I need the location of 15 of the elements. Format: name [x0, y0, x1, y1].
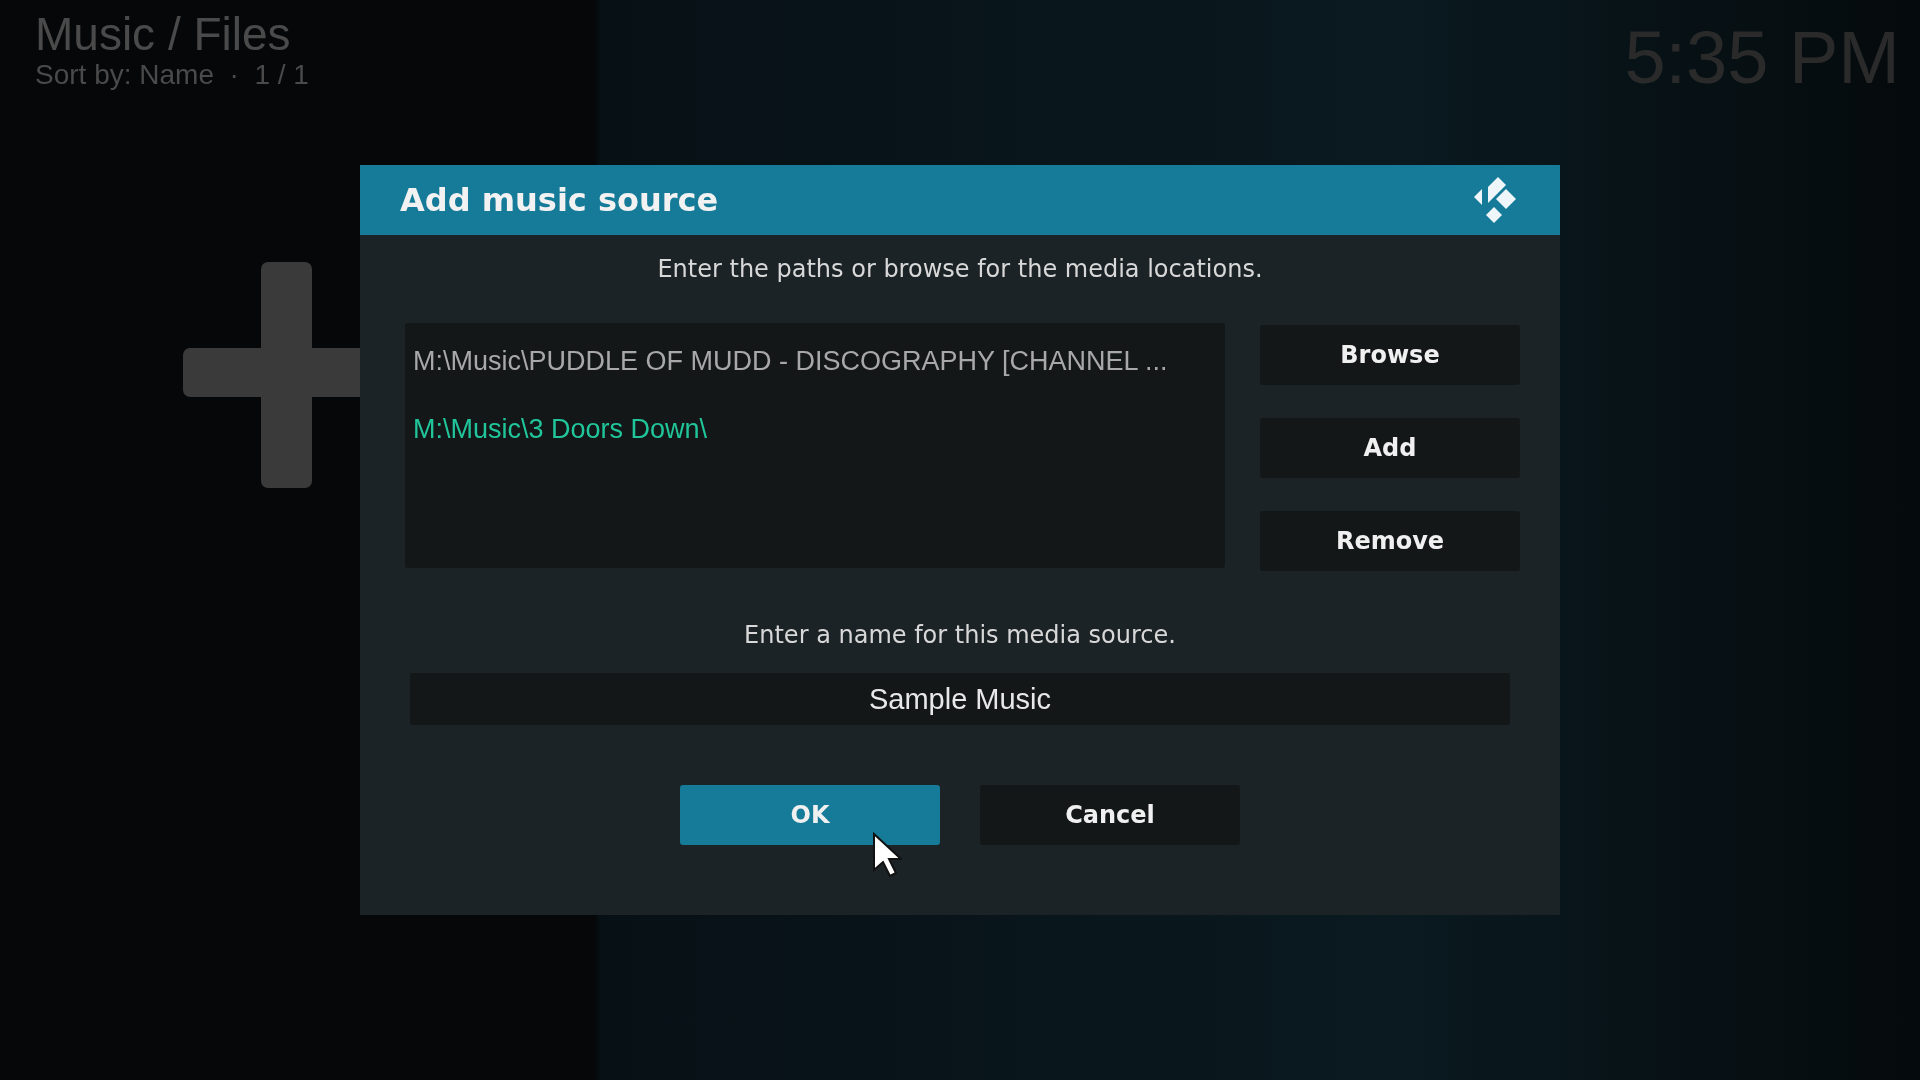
dialog-button[interactable]: Browse [1260, 325, 1520, 385]
dialog-button[interactable]: Add [1260, 418, 1520, 478]
breadcrumb-title: Music / Files [35, 8, 292, 60]
mouse-pointer-icon [872, 832, 902, 878]
paths-prompt: Enter the paths or browse for the media locations. [656, 255, 1264, 283]
dialog-button[interactable]: Cancel [980, 785, 1240, 845]
name-prompt: Enter a name for this media source. [743, 621, 1177, 649]
path-item[interactable]: M:\Music\3 Doors Down\ [413, 409, 708, 449]
ok-button[interactable]: OK [680, 785, 940, 845]
dialog-button[interactable]: Remove [1260, 511, 1520, 571]
source-name-field[interactable]: Sample Music [410, 673, 1510, 725]
path-item[interactable]: M:\Music\PUDDLE OF MUDD - DISCOGRAPHY [CHANNEL ... [413, 341, 1168, 381]
sort-info: Sort by: Name · 1 / 1 [35, 60, 309, 90]
plus-icon [183, 262, 363, 488]
dialog-title: Add music source [400, 181, 719, 219]
